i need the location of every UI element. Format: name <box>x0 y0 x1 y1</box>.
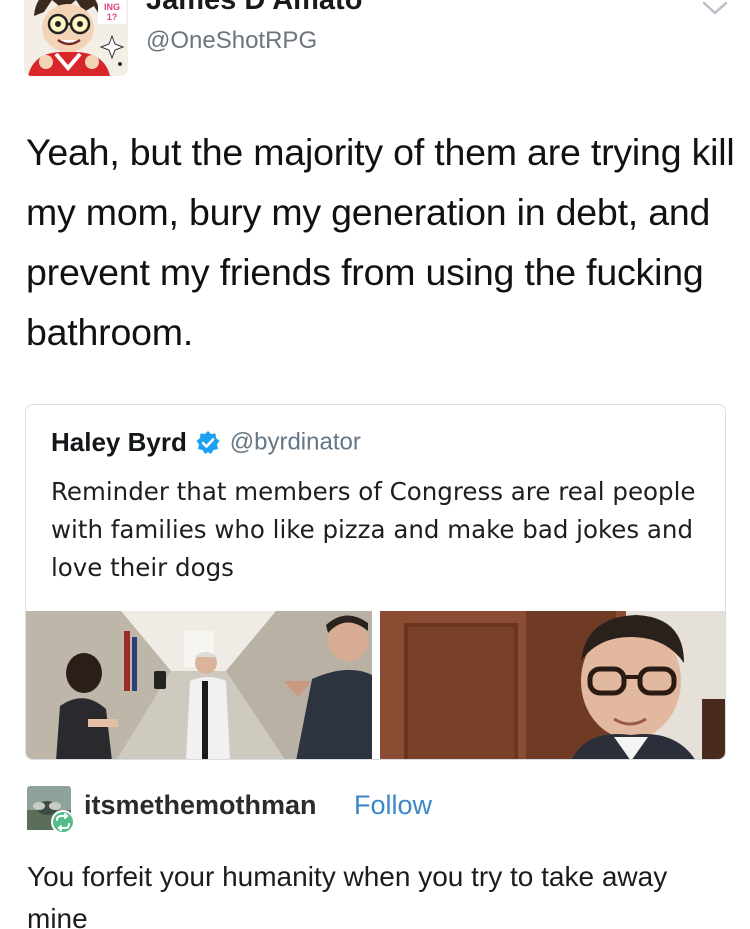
chevron-down-icon <box>702 1 728 15</box>
reblogger-avatar-image <box>27 786 75 834</box>
author-avatar-illustration: KISS ING 1? <box>24 0 128 76</box>
quoted-tweet-photos <box>26 611 725 759</box>
quoted-author-name[interactable]: Haley Byrd <box>51 427 187 457</box>
reblog-comment-text: You forfeit your humanity when you try t… <box>27 861 668 929</box>
tweet-menu-button[interactable] <box>700 0 730 22</box>
quoted-tweet-card[interactable]: Haley Byrd @byrdinator Reminder that mem… <box>25 404 726 760</box>
quoted-author-handle[interactable]: @byrdinator <box>230 429 361 456</box>
tweet-text: Yeah, but the majority of them are tryin… <box>26 131 735 353</box>
svg-text:1?: 1? <box>107 12 118 22</box>
quoted-tweet-media[interactable] <box>26 611 725 759</box>
author-handle[interactable]: @OneShotRPG <box>146 27 317 55</box>
follow-button[interactable]: Follow <box>354 790 432 821</box>
svg-text:ING: ING <box>104 2 120 12</box>
reblogger-username[interactable]: itsmethemothman <box>84 790 317 821</box>
author-avatar[interactable]: KISS ING 1? <box>24 0 128 76</box>
author-name[interactable]: James D'Amato <box>146 0 362 17</box>
reblogger-avatar[interactable] <box>27 786 75 834</box>
hallway-photo <box>26 611 372 759</box>
reblog-icon <box>51 810 75 834</box>
quoted-tweet-text: Reminder that members of Congress are re… <box>51 477 696 582</box>
verified-badge-icon <box>195 430 221 456</box>
quoted-tweet-header: Haley Byrd @byrdinator <box>51 427 361 458</box>
portrait-photo <box>380 611 725 759</box>
